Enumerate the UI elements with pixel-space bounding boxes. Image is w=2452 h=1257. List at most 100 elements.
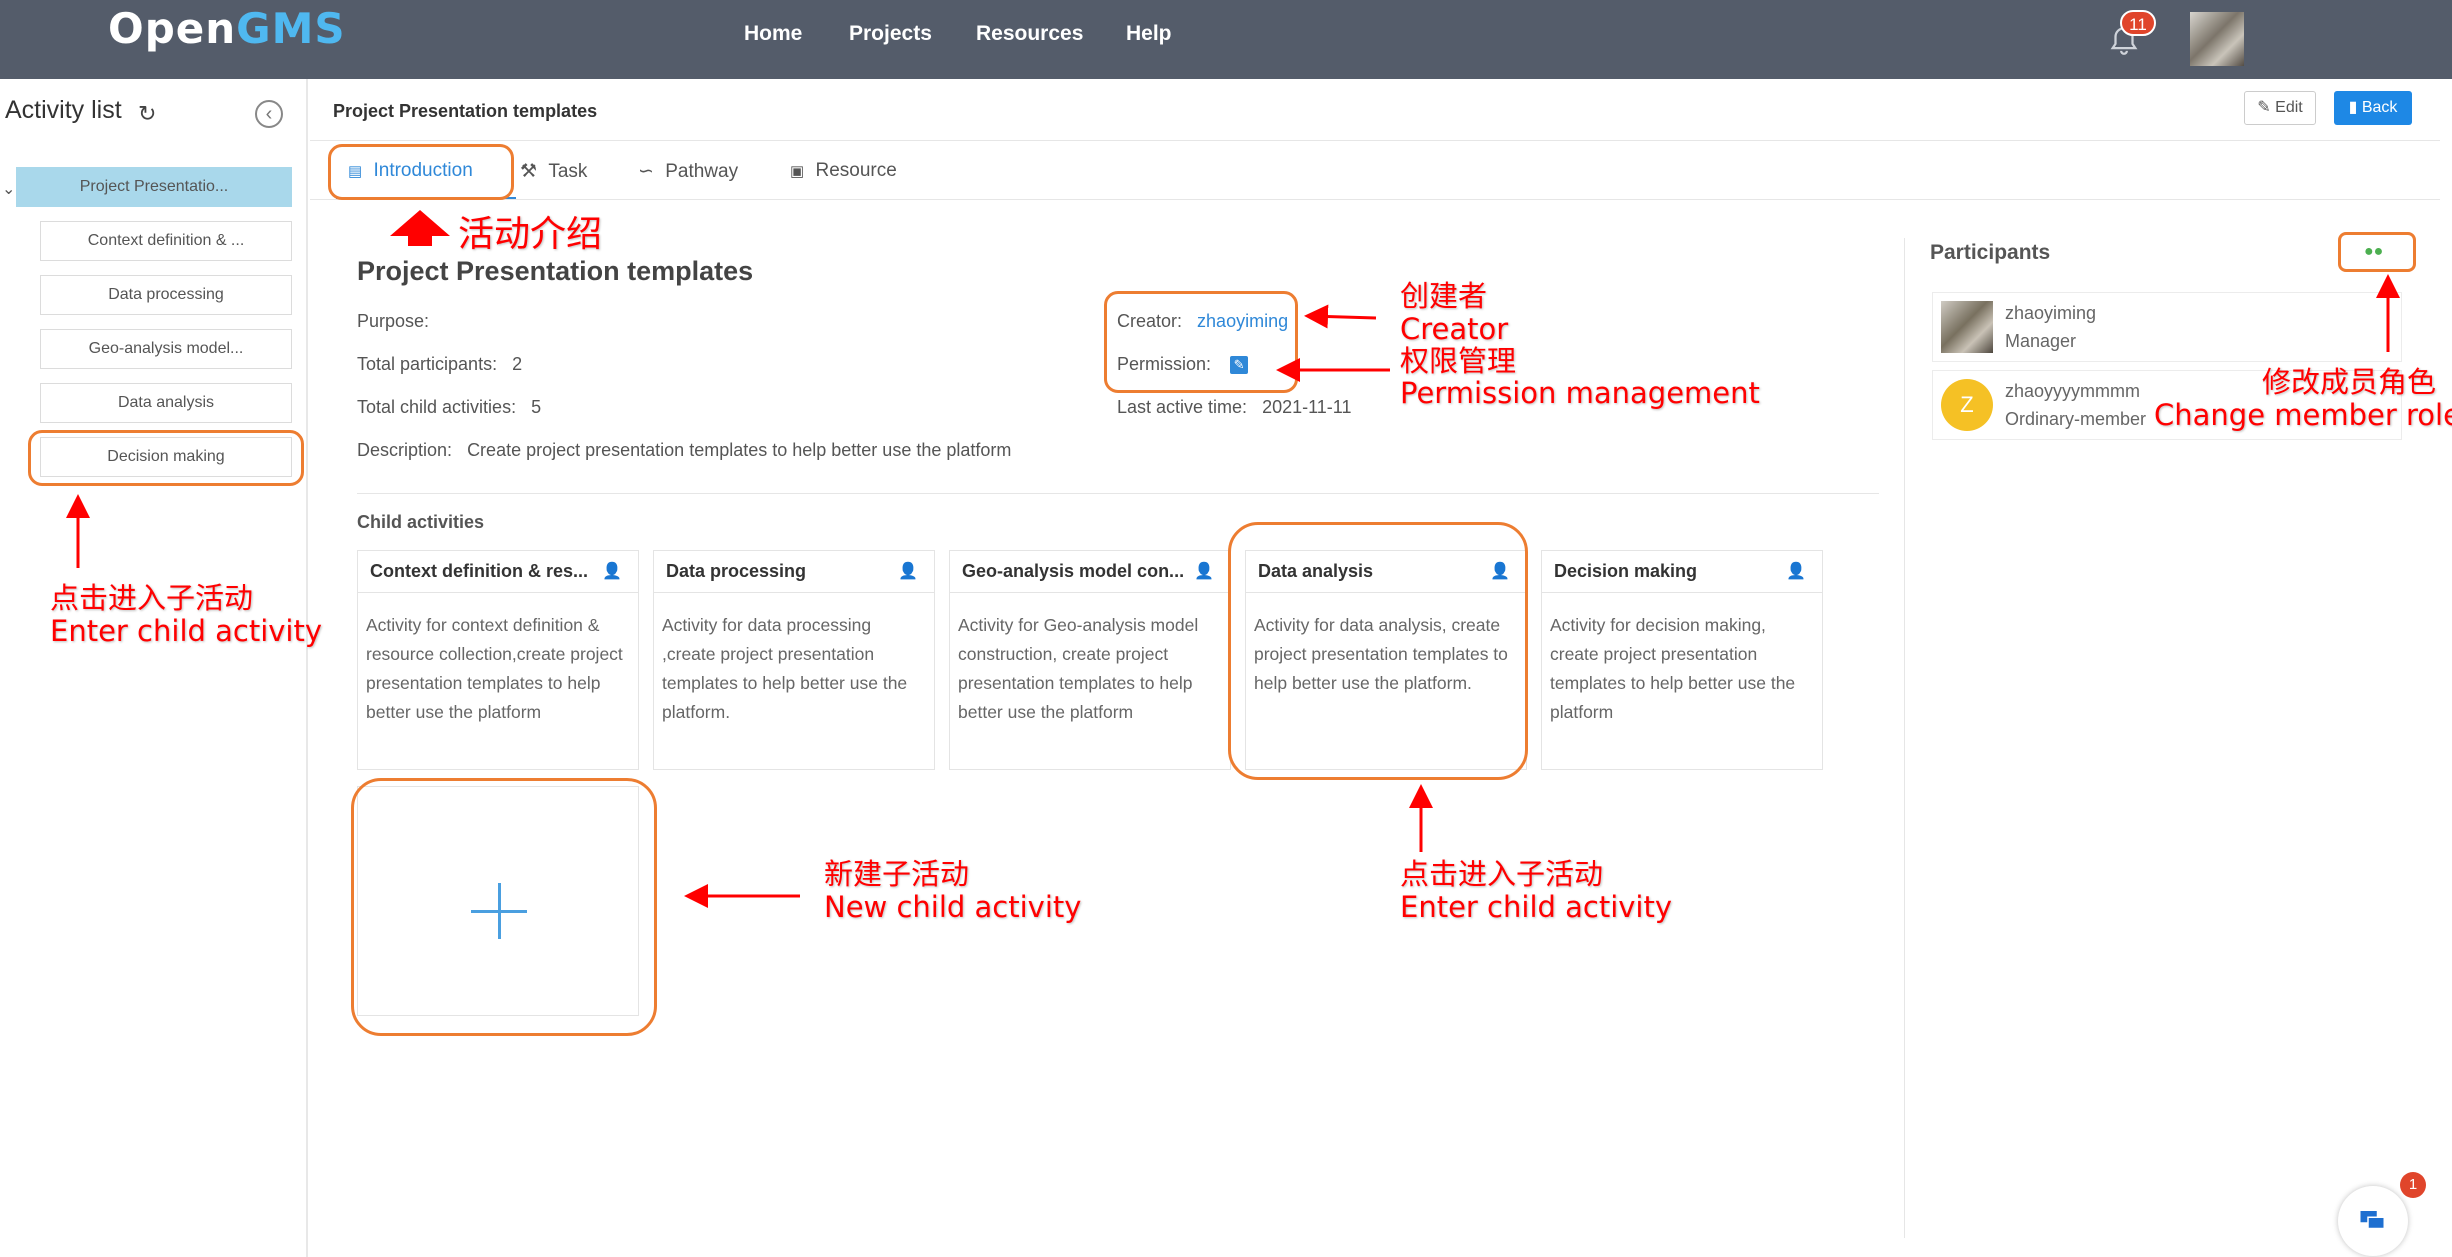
notification-badge: 11 [2120, 10, 2156, 36]
user-icon: 👤 [602, 563, 622, 580]
pencil-icon: ✎ [2257, 99, 2271, 116]
card-title: Data processing [654, 551, 934, 593]
annotation-enter-cn-card: 点击进入子活动 [1400, 857, 1604, 891]
logo-text-open: Open [108, 4, 237, 53]
child-card-geo-analysis[interactable]: Geo-analysis model con... 👤 Activity for… [949, 550, 1231, 770]
card-description: Activity for data analysis, create proje… [1254, 615, 1508, 693]
top-navbar: OpenGMS Home Projects Resources Help 11 [0, 0, 2452, 79]
creator-link[interactable]: zhaoyiming [1197, 311, 1288, 331]
annotation-role-en: Change member role [2154, 398, 2452, 432]
refresh-icon[interactable]: ↻ [138, 101, 156, 127]
last-active-label: Last active time: [1117, 397, 1248, 417]
child-count-value: 5 [531, 397, 542, 417]
last-active-value: 2021-11-11 [1262, 397, 1352, 417]
tools-icon: ⚒ [520, 161, 538, 182]
purpose-label: Purpose: [357, 311, 430, 331]
description-label: Description: [357, 440, 453, 460]
child-activities-title: Child activities [357, 512, 485, 532]
child-card-data-analysis[interactable]: Data analysis 👤 Activity for data analys… [1245, 550, 1527, 770]
member-name: zhaoyiming [2005, 303, 2097, 323]
nav-help[interactable]: Help [1126, 22, 1172, 46]
child-count-row: Total child activities: 5 [357, 397, 541, 418]
tab-resource[interactable]: ▣ Resource [790, 160, 897, 182]
annotation-intro: 活动介绍 [458, 214, 603, 255]
child-card-decision-making[interactable]: Decision making 👤 Activity for decision … [1541, 550, 1823, 770]
card-description: Activity for data processing ,create pro… [662, 615, 908, 722]
permission-label: Permission: [1117, 354, 1212, 374]
purpose-row: Purpose: [357, 311, 429, 332]
user-avatar[interactable] [2190, 12, 2244, 66]
permission-row: Permission: ✎ [1117, 354, 1249, 375]
user-icon: 👤 [1194, 563, 1214, 580]
description-row: Description: Create project presentation… [357, 440, 1011, 461]
add-child-activity-button[interactable] [357, 786, 639, 1016]
annotation-enter-cn-left: 点击进入子活动 [50, 581, 254, 615]
card-title: Geo-analysis model con... [950, 551, 1230, 593]
child-card-data-processing[interactable]: Data processing 👤 Activity for data proc… [653, 550, 935, 770]
bookmark-icon: ▮ [2348, 99, 2358, 116]
annotation-new-cn: 新建子活动 [824, 857, 970, 891]
nav-projects[interactable]: Projects [849, 22, 932, 46]
card-description: Activity for context definition & resour… [366, 615, 623, 722]
participants-divider [1904, 238, 1905, 1238]
annotation-creator-cn: 创建者 [1400, 279, 1488, 313]
annotation-enter-en-card: Enter child activity [1400, 890, 1673, 924]
user-icon: 👤 [1490, 563, 1510, 580]
up-arrow-introduction [390, 210, 450, 246]
tree-node-geo-analysis[interactable]: Geo-analysis model... [40, 329, 292, 369]
user-icon: 👤 [898, 563, 918, 580]
nav-resources[interactable]: Resources [976, 22, 1083, 46]
highlight-creator-permission [1104, 291, 1298, 393]
member-card[interactable]: zhaoyiming Manager [1932, 292, 2402, 362]
tree-expand-icon[interactable]: ⌄ [2, 179, 15, 199]
annotation-creator-en: Creator [1400, 312, 1509, 346]
tab-introduction-label: Introduction [373, 160, 473, 181]
page-title: Project Presentation templates [333, 101, 598, 121]
annotation-perm-cn: 权限管理 [1400, 344, 1517, 378]
member-avatar [1941, 301, 1993, 353]
tree-node-data-analysis[interactable]: Data analysis [40, 383, 292, 423]
tree-node-root[interactable]: Project Presentatio... [16, 167, 292, 207]
chat-button[interactable] [2338, 1186, 2408, 1256]
users-role-icon[interactable]: ●● [2364, 243, 2383, 261]
activity-list-title: Activity list [5, 96, 122, 124]
creator-row: Creator: zhaoyiming [1117, 311, 1288, 332]
activity-title: Project Presentation templates [357, 256, 754, 286]
annotation-role-cn: 修改成员角色 [2262, 365, 2437, 399]
tabs-divider [310, 199, 2440, 200]
activity-sidebar: Activity list ↻ ‹ ⌄ Project Presentatio.… [0, 79, 308, 1257]
tab-task[interactable]: ⚒ Task [520, 160, 587, 183]
last-active-row: Last active time: 2021-11-11 [1117, 397, 1351, 418]
section-divider [357, 493, 1879, 494]
card-title: Data analysis [1246, 551, 1526, 593]
opengms-logo[interactable]: OpenGMS [108, 4, 346, 53]
plus-icon [471, 883, 527, 939]
nav-home[interactable]: Home [744, 22, 802, 46]
member-avatar: Z [1941, 379, 1993, 431]
tree-node-decision-making[interactable]: Decision making [40, 437, 292, 477]
creator-label: Creator: [1117, 311, 1183, 331]
back-button[interactable]: ▮ Back [2334, 91, 2412, 125]
participants-title: Participants [1930, 241, 2051, 264]
child-card-context[interactable]: Context definition & res... 👤 Activity f… [357, 550, 639, 770]
tab-introduction[interactable]: ▤ Introduction [348, 160, 473, 182]
tree-node-context[interactable]: Context definition & ... [40, 221, 292, 261]
tab-resource-label: Resource [815, 160, 897, 181]
participants-row: Total participants: 2 [357, 354, 522, 375]
tree-node-data-processing[interactable]: Data processing [40, 275, 292, 315]
back-button-label: Back [2361, 99, 2398, 116]
permission-edit-icon[interactable]: ✎ [1230, 356, 1249, 375]
arrow-creator [1304, 304, 1377, 329]
collapse-sidebar-icon[interactable]: ‹ [255, 100, 283, 128]
participants-label: Total participants: [357, 354, 498, 374]
tab-pathway-label: Pathway [665, 161, 739, 182]
tab-pathway[interactable]: ∽ Pathway [638, 160, 738, 183]
tab-task-label: Task [548, 161, 588, 182]
pathway-icon: ∽ [638, 161, 654, 182]
member-role: Manager [2005, 331, 2077, 351]
header-divider [310, 140, 2440, 141]
description-value: Create project presentation templates to… [467, 440, 1012, 460]
child-count-label: Total child activities: [357, 397, 517, 417]
chat-badge: 1 [2400, 1172, 2426, 1198]
edit-button[interactable]: ✎ Edit [2244, 91, 2316, 125]
